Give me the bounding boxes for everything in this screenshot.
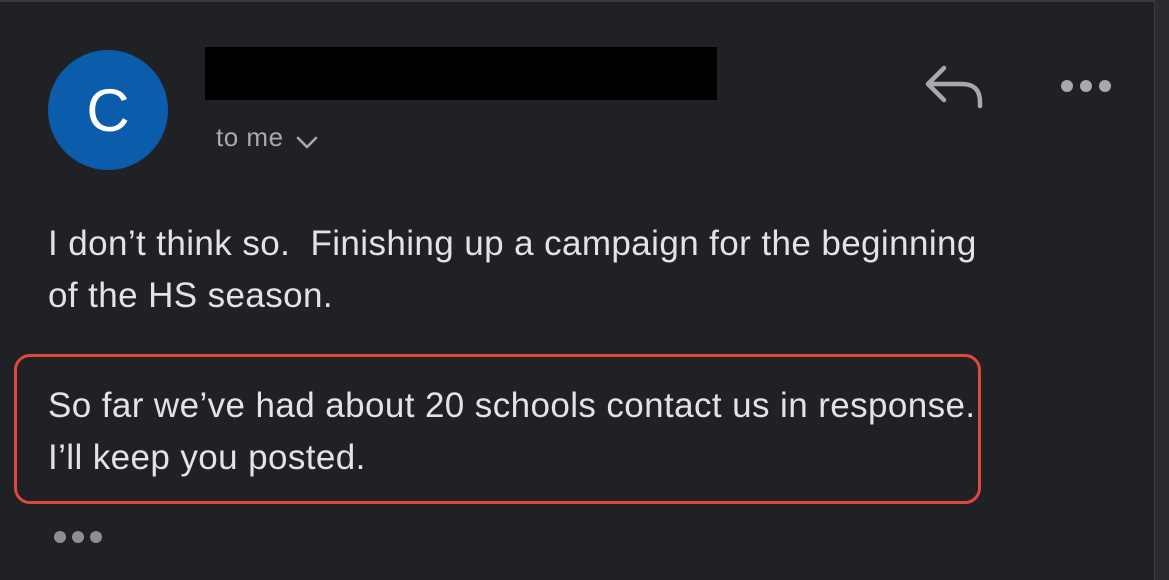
window-edge [1155,0,1169,580]
top-border [0,0,1169,2]
recipient-label: to me [216,122,284,152]
recipient-toggle[interactable]: to me [216,122,318,153]
ellipsis-icon[interactable] [52,526,104,548]
more-options-icon[interactable] [1058,72,1114,100]
reply-arrow-icon[interactable] [922,62,986,112]
avatar[interactable]: C [48,50,168,170]
message-paragraph-2: So far we’ve had about 20 schools contac… [48,386,986,477]
chevron-down-icon [296,136,317,148]
message-paragraph-1: I don’t think so. Finishing up a campaig… [48,224,987,315]
sender-name-redacted [205,47,717,100]
